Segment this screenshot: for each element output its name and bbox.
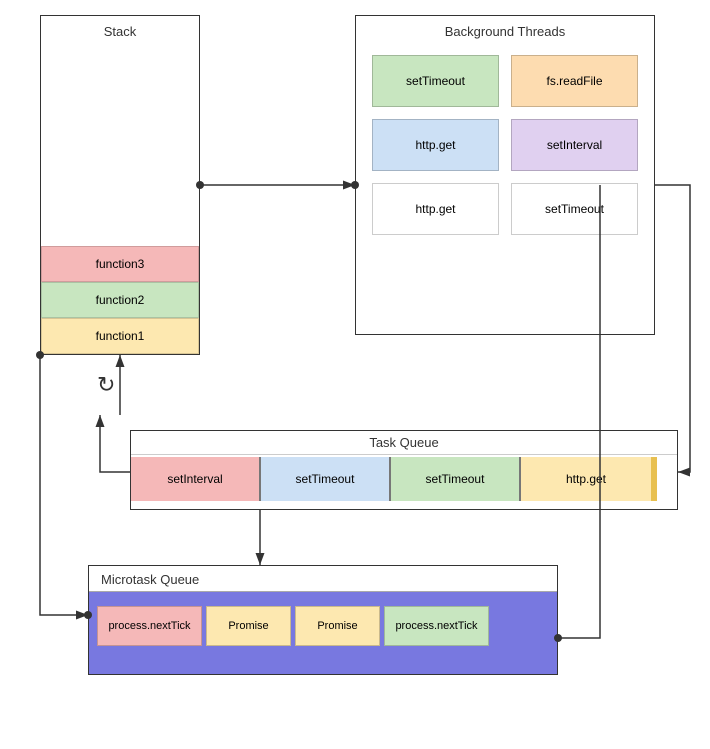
stack-item-function1: function1 (41, 318, 199, 354)
bg-item-settimeout: setTimeout (372, 55, 499, 107)
background-threads-title: Background Threads (356, 16, 654, 45)
tq-item-settimeout2: setTimeout (391, 457, 521, 501)
mt-item-promise1: Promise (206, 606, 291, 646)
diagram: Stack function3 function2 function1 Back… (0, 0, 710, 749)
loop-symbol: ↻ (97, 372, 115, 398)
mt-item-nexttick1: process.nextTick (97, 606, 202, 646)
bg-item-settimeout2: setTimeout (511, 183, 638, 235)
task-queue-container: Task Queue setInterval setTimeout setTim… (130, 430, 678, 510)
task-queue-title: Task Queue (131, 431, 677, 455)
tq-item-setinterval: setInterval (131, 457, 261, 501)
mt-item-promise2: Promise (295, 606, 380, 646)
microtask-queue-title: Microtask Queue (89, 566, 557, 592)
stack-title: Stack (41, 16, 199, 45)
stack-items: function3 function2 function1 (41, 246, 199, 354)
bg-item-httpget2: http.get (372, 183, 499, 235)
microtask-queue-container: Microtask Queue process.nextTick Promise… (88, 565, 558, 675)
bg-item-setinterval: setInterval (511, 119, 638, 171)
mt-item-nexttick2: process.nextTick (384, 606, 489, 646)
stack-container: Stack function3 function2 function1 (40, 15, 200, 355)
background-threads-grid: setTimeout fs.readFile http.get setInter… (356, 45, 654, 245)
microtask-queue-items: process.nextTick Promise Promise process… (89, 600, 557, 652)
tq-item-settimeout1: setTimeout (261, 457, 391, 501)
background-threads-container: Background Threads setTimeout fs.readFil… (355, 15, 655, 335)
bg-item-readfile: fs.readFile (511, 55, 638, 107)
stack-item-function3: function3 (41, 246, 199, 282)
task-queue-items: setInterval setTimeout setTimeout http.g… (131, 457, 677, 501)
stack-item-function2: function2 (41, 282, 199, 318)
tq-gold-edge (651, 457, 657, 501)
tq-item-httpget: http.get (521, 457, 651, 501)
bg-item-httpget1: http.get (372, 119, 499, 171)
